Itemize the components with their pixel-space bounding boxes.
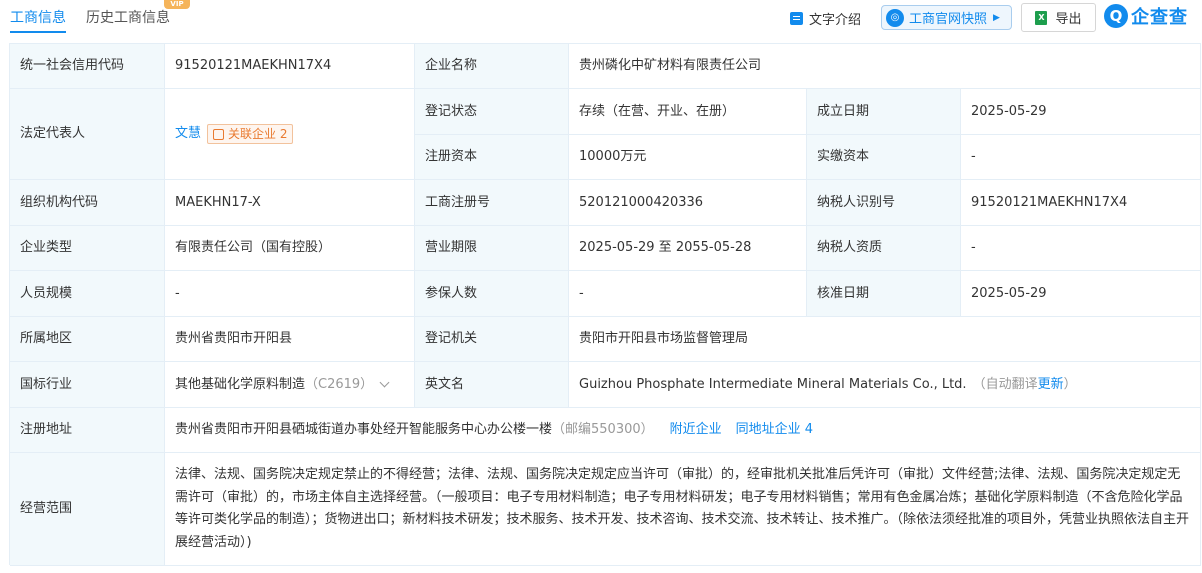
value-address: 贵州省贵阳市开阳县硒城街道办事处经开智能服务中心办公楼一楼 — [175, 422, 553, 437]
update-link[interactable]: 更新 — [1038, 374, 1064, 396]
label-region: 所属地区 — [10, 317, 165, 362]
tab-business-info[interactable]: 工商信息 — [10, 9, 66, 27]
auto-translate-close: ） — [1063, 376, 1077, 392]
chevron-down-icon[interactable] — [379, 377, 390, 388]
value-scope: 法律、法规、国务院决定规定禁止的不得经营；法律、法规、国务院决定规定应当许可（审… — [165, 453, 1201, 566]
brand-logo: Q 企查查 — [1104, 3, 1188, 29]
label-reg-status: 登记状态 — [415, 89, 569, 135]
label-authority: 登记机关 — [415, 317, 569, 362]
text-intro-button[interactable]: 文字介绍 — [790, 8, 861, 28]
value-reg-status: 存续（在营、开业、在册） — [569, 89, 807, 135]
label-insured: 参保人数 — [415, 271, 569, 317]
legal-rep-link[interactable]: 文慧 — [175, 123, 201, 145]
value-english-name: Guizhou Phosphate Intermediate Mineral M… — [579, 376, 967, 392]
export-button[interactable]: X 导出 — [1021, 3, 1096, 32]
vip-badge: VIP — [164, 0, 190, 9]
business-info-table: 统一社会信用代码 91520121MAEKHN17X4 企业名称 贵州磷化中矿材… — [9, 43, 1201, 566]
value-region: 贵州省贵阳市开阳县 — [165, 317, 415, 362]
official-snapshot-button[interactable]: ◎ 工商官网快照 ▶ — [881, 5, 1012, 30]
qcc-logo-icon: Q — [1104, 4, 1128, 28]
label-english-name: 英文名 — [415, 362, 569, 408]
label-reg-capital: 注册资本 — [415, 135, 569, 180]
value-company-type: 有限责任公司（国有控股） — [165, 226, 415, 271]
label-paid-capital: 实缴资本 — [807, 135, 961, 180]
label-established: 成立日期 — [807, 89, 961, 135]
value-reg-number: 520121000420336 — [569, 180, 807, 226]
label-taxpayer-qualification: 纳税人资质 — [807, 226, 961, 271]
label-industry: 国标行业 — [10, 362, 165, 408]
active-tab-indicator — [10, 31, 66, 33]
value-company-name: 贵州磷化中矿材料有限责任公司 — [569, 44, 1201, 89]
nearby-companies-link[interactable]: 附近企业 — [670, 419, 722, 441]
auto-translate-note: （自动翻译 — [972, 376, 1038, 392]
label-approval-date: 核准日期 — [807, 271, 961, 317]
related-companies-badge[interactable]: 关联企业 2 — [207, 124, 294, 144]
value-business-term: 2025-05-29 至 2055-05-28 — [569, 226, 807, 271]
english-name-cell: Guizhou Phosphate Intermediate Mineral M… — [569, 362, 1201, 408]
value-staff-size: - — [165, 271, 415, 317]
label-company-type: 企业类型 — [10, 226, 165, 271]
same-address-companies-link[interactable]: 同地址企业 4 — [736, 419, 813, 441]
value-reg-capital: 10000万元 — [569, 135, 807, 180]
label-org-code: 组织机构代码 — [10, 180, 165, 226]
brand-name: 企查查 — [1131, 7, 1188, 28]
industry-cell[interactable]: 其他基础化学原料制造 （C2619） — [165, 362, 415, 408]
label-company-name: 企业名称 — [415, 44, 569, 89]
legal-rep-cell: 文慧 关联企业 2 — [165, 89, 415, 180]
play-arrow-icon: ▶ — [993, 12, 1000, 23]
related-companies-label: 关联企业 2 — [228, 127, 288, 141]
value-taxpayer-qualification: - — [961, 226, 1201, 271]
industry-code: （C2619） — [305, 376, 374, 392]
label-address: 注册地址 — [10, 408, 165, 453]
label-scope: 经营范围 — [10, 453, 165, 566]
value-authority: 贵阳市开阳县市场监督管理局 — [569, 317, 1201, 362]
value-established: 2025-05-29 — [961, 89, 1201, 135]
label-legal-rep: 法定代表人 — [10, 89, 165, 180]
postcode: （邮编550300） — [552, 422, 654, 437]
snapshot-label: 工商官网快照 — [909, 12, 988, 27]
label-reg-number: 工商注册号 — [415, 180, 569, 226]
label-credit-code: 统一社会信用代码 — [10, 44, 165, 89]
value-credit-code: 91520121MAEKHN17X4 — [165, 44, 415, 89]
value-approval-date: 2025-05-29 — [961, 271, 1201, 317]
tab-history-info[interactable]: 历史工商信息 — [86, 9, 170, 27]
excel-icon: X — [1035, 10, 1048, 25]
value-taxpayer-id: 91520121MAEKHN17X4 — [961, 180, 1201, 226]
value-industry: 其他基础化学原料制造 — [175, 376, 306, 392]
snapshot-icon: ◎ — [886, 8, 904, 27]
document-icon — [790, 11, 803, 25]
export-label: 导出 — [1055, 12, 1082, 27]
address-cell: 贵州省贵阳市开阳县硒城街道办事处经开智能服务中心办公楼一楼 （邮编550300）… — [165, 408, 1201, 453]
label-taxpayer-id: 纳税人识别号 — [807, 180, 961, 226]
value-org-code: MAEKHN17-X — [165, 180, 415, 226]
value-paid-capital: - — [961, 135, 1201, 180]
value-insured: - — [569, 271, 807, 317]
text-intro-label: 文字介绍 — [809, 12, 862, 28]
top-bar: 工商信息 历史工商信息 VIP 文字介绍 ◎ 工商官网快照 ▶ X 导出 Q 企… — [0, 0, 1202, 40]
network-icon — [213, 128, 225, 140]
label-business-term: 营业期限 — [415, 226, 569, 271]
label-staff-size: 人员规模 — [10, 271, 165, 317]
